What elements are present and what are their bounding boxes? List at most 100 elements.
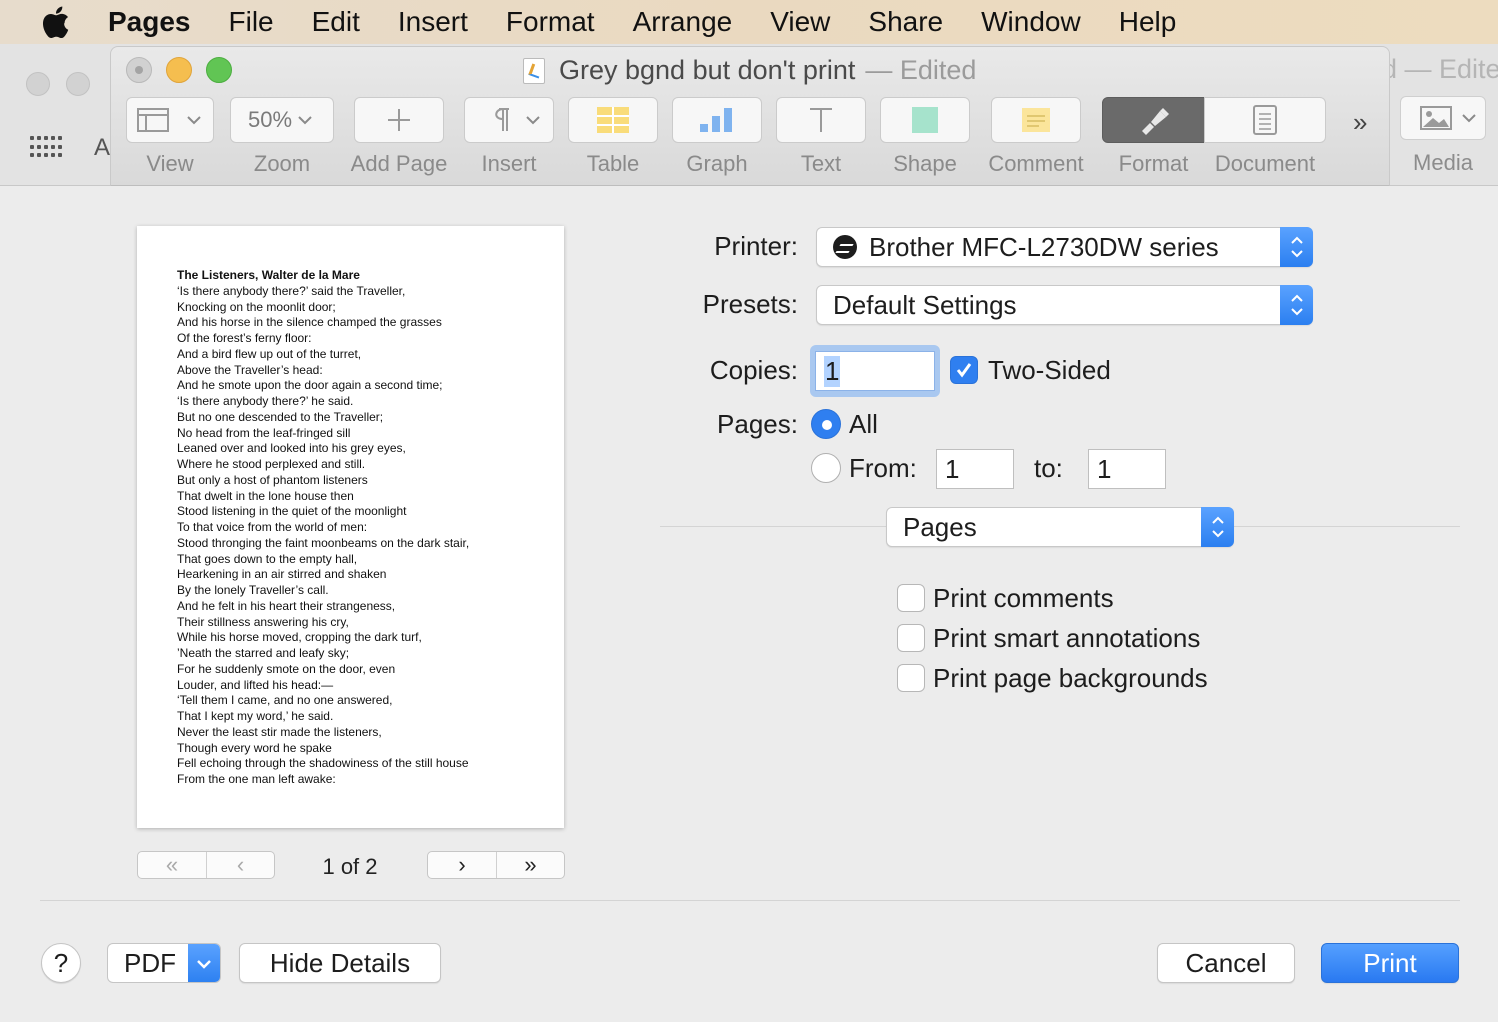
poem-line: By the lonely Traveller’s call.: [177, 583, 329, 597]
poem-line: And he smote upon the door again a secon…: [177, 378, 443, 393]
poem-line: Never the least stir made the listeners,: [177, 724, 382, 739]
pages-to-field[interactable]: 1: [1088, 449, 1166, 489]
minimize-window-button[interactable]: [166, 57, 192, 83]
print-comments-label: Print comments: [933, 583, 1114, 613]
page-counter: 1 of 2: [322, 854, 378, 879]
section-popup[interactable]: Pages: [886, 507, 1234, 547]
menu-arrange[interactable]: Arrange: [633, 6, 733, 38]
help-button[interactable]: ?: [41, 943, 81, 983]
pages-all-radio[interactable]: [811, 409, 841, 439]
menu-edit[interactable]: Edit: [312, 6, 360, 38]
poem-line: Stood listening in the quiet of the moon…: [177, 504, 407, 519]
poem-line: But no one descended to the Traveller;: [177, 409, 384, 424]
previous-page-button[interactable]: ‹: [206, 852, 274, 878]
poem-line: For he suddenly smote on the door, even: [177, 661, 396, 676]
copies-value: 1: [824, 355, 841, 387]
up-down-chevron-icon: [1280, 227, 1313, 267]
copies-field[interactable]: 1: [815, 351, 935, 391]
poem-line: And his horse in the silence champed the…: [177, 315, 442, 330]
print-comments-checkbox[interactable]: [897, 584, 925, 612]
add-page-button[interactable]: [354, 97, 444, 143]
toolbar-overflow-icon[interactable]: »: [1353, 107, 1367, 138]
print-button[interactable]: Print: [1321, 943, 1459, 983]
menu-window[interactable]: Window: [981, 6, 1081, 38]
text-button[interactable]: [776, 97, 866, 143]
last-page-button[interactable]: »: [496, 852, 564, 878]
two-sided-checkbox[interactable]: [950, 356, 978, 384]
menu-app-name[interactable]: Pages: [108, 6, 191, 38]
preview-nav-back-group: « ‹: [137, 851, 275, 879]
back-minimize-light: [66, 72, 90, 96]
menu-file[interactable]: File: [229, 6, 274, 38]
view-label: View: [146, 151, 194, 176]
pilcrow-icon: [495, 108, 540, 131]
presets-popup[interactable]: Default Settings: [816, 285, 1313, 325]
poem-line: And he felt in his heart their strangene…: [177, 598, 396, 613]
document-page-icon: [1253, 105, 1277, 135]
edited-status: — Edited: [865, 55, 977, 85]
poem-line: ’Neath the starred and leafy sky;: [177, 646, 350, 660]
apple-logo-icon[interactable]: [40, 5, 70, 39]
poem-line: Fell echoing through the shadowiness of …: [177, 756, 469, 771]
back-window-title: d — Edite: [1382, 54, 1498, 84]
menu-share[interactable]: Share: [868, 6, 943, 38]
pages-to-label: to:: [1034, 453, 1063, 483]
pages-all-label: All: [849, 409, 878, 439]
poem-line: While his horse moved, cropping the dark…: [177, 630, 422, 645]
text-t-icon: [810, 108, 832, 132]
chevron-down-icon: [298, 116, 312, 125]
pages-to-value: 1: [1097, 453, 1112, 484]
printer-popup[interactable]: Brother MFC-L2730DW series: [816, 227, 1313, 267]
insert-label: Insert: [481, 151, 537, 176]
footer-divider: [40, 900, 1460, 901]
grid-icon[interactable]: [30, 136, 62, 160]
print-smart-annotations-checkbox[interactable]: [897, 624, 925, 652]
poem-line: Knocking on the moonlit door;: [177, 299, 336, 314]
poem-line: That dwelt in the lone house then: [177, 488, 354, 503]
table-icon: [597, 107, 629, 133]
view-button[interactable]: [126, 97, 214, 143]
window-title: Grey bgnd but don't print — Edited: [523, 55, 976, 86]
poem-line: ‘Tell them I came, and no one answered,: [177, 693, 393, 708]
menu-bar: Pages File Edit Insert Format Arrange Vi…: [0, 0, 1498, 44]
pages-range-radio[interactable]: [811, 453, 841, 483]
format-button[interactable]: [1102, 97, 1205, 143]
shape-button[interactable]: [880, 97, 970, 143]
poem-line: Their stillness answering his cry,: [177, 614, 349, 629]
section-value: Pages: [903, 511, 977, 542]
poem-line: But only a host of phantom listeners: [177, 472, 368, 487]
table-label: Table: [586, 151, 640, 176]
preview-nav-forward-group: › »: [427, 851, 565, 879]
plus-icon: [388, 109, 410, 131]
pages-from-field[interactable]: 1: [936, 449, 1014, 489]
first-page-button[interactable]: «: [138, 852, 206, 878]
graph-button[interactable]: [672, 97, 762, 143]
close-window-button[interactable]: [126, 57, 152, 83]
pdf-menu-button[interactable]: PDF: [107, 943, 221, 983]
menu-help[interactable]: Help: [1119, 6, 1177, 38]
menu-format[interactable]: Format: [506, 6, 595, 38]
document-label: Document: [1214, 151, 1316, 176]
pages-from-label: From:: [849, 453, 917, 483]
insert-button[interactable]: [464, 97, 554, 143]
pages-window-toolbar: Grey bgnd but don't print — Edited View …: [110, 46, 1390, 186]
hide-details-button[interactable]: Hide Details: [239, 943, 441, 983]
comment-button[interactable]: [991, 97, 1081, 143]
zoom-window-button[interactable]: [206, 57, 232, 83]
zoom-popup[interactable]: 50%: [230, 97, 334, 143]
copies-label: Copies:: [709, 355, 798, 385]
pages-label: Pages:: [717, 409, 798, 439]
menu-view[interactable]: View: [770, 6, 830, 38]
comment-label: Comment: [988, 151, 1084, 176]
print-page-backgrounds-checkbox[interactable]: [897, 664, 925, 692]
media-button[interactable]: [1400, 96, 1486, 140]
poem-line: ‘Is there anybody there?’ he said.: [177, 394, 354, 408]
menu-insert[interactable]: Insert: [398, 6, 468, 38]
zoom-label: Zoom: [253, 151, 311, 176]
cancel-button[interactable]: Cancel: [1157, 943, 1295, 983]
presets-label: Presets:: [702, 289, 798, 319]
printer-status-icon: [833, 235, 857, 259]
table-button[interactable]: [568, 97, 658, 143]
next-page-button[interactable]: ›: [428, 852, 496, 878]
document-button[interactable]: [1204, 97, 1326, 143]
